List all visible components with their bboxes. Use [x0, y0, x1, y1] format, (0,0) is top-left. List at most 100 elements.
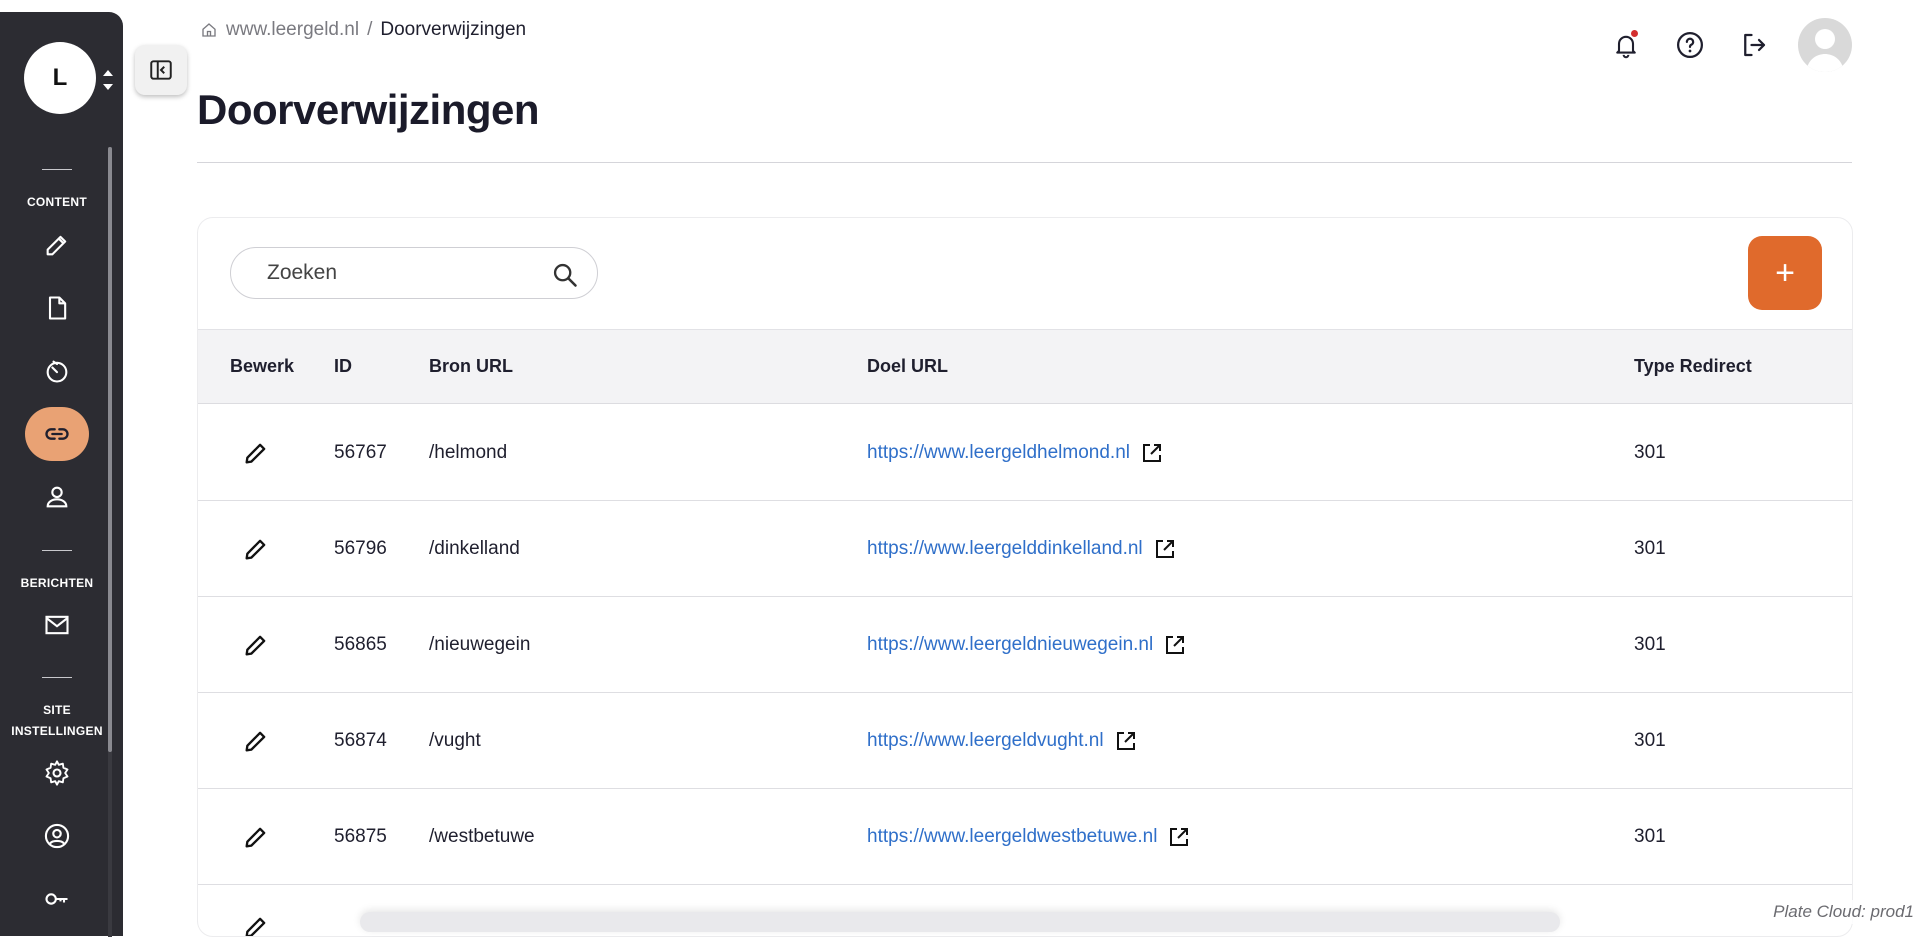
breadcrumb-current: Doorverwijzingen [380, 19, 526, 41]
row-bron-url: /westbetuwe [429, 789, 535, 884]
row-doel-url-link[interactable]: https://www.leergeldvught.nl [867, 730, 1104, 752]
row-id: 56767 [334, 405, 387, 500]
divider [42, 169, 72, 170]
notification-dot [1631, 30, 1638, 37]
user-placeholder-icon [1798, 18, 1852, 72]
breadcrumb: www.leergeld.nl / Doorverwijzingen [200, 19, 526, 41]
edit-icon [43, 231, 71, 259]
site-switch-icon[interactable] [101, 64, 115, 96]
table-row: 56865 /nieuwegein https://www.leergeldni… [198, 597, 1852, 693]
sidebar-item-keys[interactable] [25, 872, 89, 926]
column-header-doel-url[interactable]: Doel URL [867, 330, 948, 403]
edit-icon [242, 535, 270, 563]
row-id: 56796 [334, 501, 387, 596]
section-label-content: CONTENT [0, 192, 114, 213]
row-doel-url-link[interactable]: https://www.leergeldhelmond.nl [867, 442, 1130, 464]
section-label-berichten: BERICHTEN [0, 573, 114, 594]
row-type-redirect: 301 [1634, 501, 1666, 596]
user-avatar[interactable] [1798, 18, 1852, 72]
section-label-site-instellingen: SITE INSTELLINGEN [0, 700, 114, 742]
table-row: 56796 /dinkelland https://www.leergelddi… [198, 501, 1852, 597]
sidebar-toggle-icon [148, 57, 174, 83]
user-icon [43, 483, 71, 511]
row-doel-url-link[interactable]: https://www.leergeldwestbetuwe.nl [867, 826, 1157, 848]
redirects-card: + Bewerk ID Bron URL Doel URL Type Redir… [197, 217, 1853, 937]
row-type-redirect: 301 [1634, 597, 1666, 692]
help-button[interactable] [1668, 23, 1712, 67]
table-row: 56767 /helmond https://www.leergeldhelmo… [198, 405, 1852, 501]
breadcrumb-separator: / [367, 19, 372, 41]
search-icon[interactable] [551, 261, 579, 289]
table-row: 56874 /vught https://www.leergeldvught.n… [198, 693, 1852, 789]
help-icon [1675, 30, 1705, 60]
site-avatar[interactable]: L [24, 42, 96, 114]
external-link-icon[interactable] [1167, 825, 1191, 849]
divider [42, 677, 72, 678]
row-type-redirect: 301 [1634, 693, 1666, 788]
edit-button[interactable] [242, 501, 332, 596]
external-link-icon[interactable] [1114, 729, 1138, 753]
column-header-id[interactable]: ID [334, 330, 352, 403]
column-header-bron-url[interactable]: Bron URL [429, 330, 513, 403]
dashboard-icon [43, 357, 71, 385]
document-icon [43, 294, 71, 322]
row-doel-url-link[interactable]: https://www.leergeldnieuwegein.nl [867, 634, 1153, 656]
sidebar-toggle-button[interactable] [135, 45, 187, 95]
mail-icon [43, 611, 71, 639]
sidebar-item-edit[interactable] [25, 218, 89, 272]
logout-icon [1739, 30, 1769, 60]
edit-icon [242, 439, 270, 467]
logout-button[interactable] [1732, 23, 1776, 67]
sidebar: L CONTENT BERICHTEN SITE INSTELLINGEN [0, 12, 123, 936]
edit-icon [242, 823, 270, 851]
row-type-redirect: 301 [1634, 789, 1666, 884]
row-id: 56875 [334, 789, 387, 884]
sidebar-item-redirects[interactable] [25, 407, 89, 461]
row-bron-url: /helmond [429, 405, 507, 500]
home-icon [200, 21, 218, 39]
bottom-overlay-bar [360, 912, 1560, 932]
sidebar-item-dashboard[interactable] [25, 344, 89, 398]
edit-icon [242, 913, 270, 937]
sidebar-scrollbar-thumb[interactable] [108, 147, 112, 752]
external-link-icon[interactable] [1140, 441, 1164, 465]
external-link-icon[interactable] [1163, 633, 1187, 657]
edit-button[interactable] [242, 693, 332, 788]
settings-icon [43, 759, 71, 787]
header-actions [1604, 18, 1852, 72]
environment-label: Plate Cloud: prod1 [1769, 900, 1918, 924]
account-circle-icon [43, 822, 71, 850]
add-redirect-button[interactable]: + [1748, 236, 1822, 310]
divider [42, 550, 72, 551]
column-header-type-redirect[interactable]: Type Redirect [1634, 330, 1752, 403]
row-bron-url: /vught [429, 693, 481, 788]
external-link-icon[interactable] [1153, 537, 1177, 561]
row-bron-url: /dinkelland [429, 501, 520, 596]
sidebar-item-pages[interactable] [25, 281, 89, 335]
link-icon [43, 420, 71, 448]
edit-button[interactable] [242, 597, 332, 692]
column-header-bewerk: Bewerk [230, 330, 320, 403]
notifications-button[interactable] [1604, 23, 1648, 67]
search-box [230, 247, 598, 299]
edit-button[interactable] [242, 885, 332, 937]
breadcrumb-home-link[interactable]: www.leergeld.nl [226, 19, 359, 41]
table-header: Bewerk ID Bron URL Doel URL Type Redirec… [198, 329, 1852, 404]
title-divider [197, 162, 1852, 163]
sidebar-item-account[interactable] [25, 809, 89, 863]
table-row: 56875 /westbetuwe https://www.leergeldwe… [198, 789, 1852, 885]
key-icon [43, 885, 71, 913]
row-bron-url: /nieuwegein [429, 597, 530, 692]
page-title: Doorverwijzingen [197, 86, 539, 134]
sidebar-item-users[interactable] [25, 470, 89, 524]
sidebar-item-messages[interactable] [25, 598, 89, 652]
edit-icon [242, 727, 270, 755]
row-id: 56874 [334, 693, 387, 788]
edit-button[interactable] [242, 405, 332, 500]
search-input[interactable] [267, 261, 537, 285]
sidebar-item-settings[interactable] [25, 746, 89, 800]
row-doel-url-link[interactable]: https://www.leergelddinkelland.nl [867, 538, 1143, 560]
edit-button[interactable] [242, 789, 332, 884]
edit-icon [242, 631, 270, 659]
row-id: 56865 [334, 597, 387, 692]
